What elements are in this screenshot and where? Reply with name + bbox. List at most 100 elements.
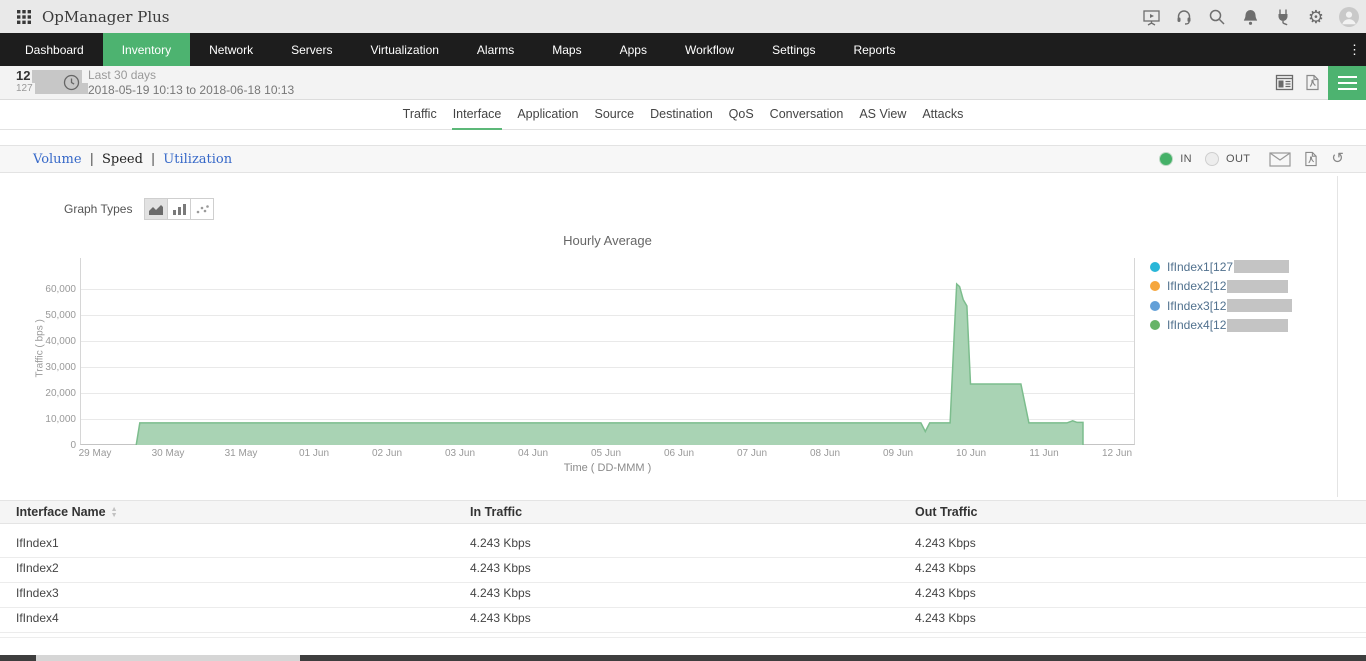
bar-chart-type-button[interactable] [167, 198, 191, 220]
traffic-area-series [81, 258, 1136, 445]
metric-link-utilization[interactable]: Utilization [163, 152, 232, 167]
x-tick-label: 12 Jun [1087, 448, 1147, 459]
cell-out-traffic: 4.243 Kbps [915, 536, 976, 550]
x-tick-label: 31 May [211, 448, 271, 459]
time-period[interactable]: Last 30 days 2018-05-19 10:13 to 2018-06… [88, 68, 294, 98]
x-tick-label: 29 May [65, 448, 125, 459]
y-tick-label: 20,000 [45, 388, 76, 399]
out-label: OUT [1226, 153, 1250, 165]
tab-qos[interactable]: QoS [728, 100, 755, 130]
metric-link-speed[interactable]: Speed [102, 152, 143, 167]
graph-types-label: Graph Types [64, 202, 132, 216]
headset-icon[interactable] [1174, 7, 1194, 27]
nav-items: DashboardInventoryNetworkServersVirtuali… [6, 33, 914, 66]
chart-plot-area[interactable] [80, 258, 1135, 445]
report-view-icon[interactable] [1275, 74, 1294, 91]
kebab-menu-icon[interactable]: ⋮ [1348, 33, 1361, 66]
column-in-traffic[interactable]: In Traffic [470, 505, 522, 519]
column-out-traffic[interactable]: Out Traffic [915, 505, 978, 519]
x-tick-label: 04 Jun [503, 448, 563, 459]
horizontal-scrollbar[interactable] [0, 655, 1366, 661]
cell-interface-name: IfIndex1 [16, 536, 59, 550]
x-tick-label: 09 Jun [868, 448, 928, 459]
search-icon[interactable] [1207, 7, 1227, 27]
x-tick-label: 30 May [138, 448, 198, 459]
legend-item-ifindex2[interactable]: IfIndex2[12 [1150, 277, 1292, 297]
legend-item-ifindex3[interactable]: IfIndex3[12 [1150, 296, 1292, 316]
nav-item-dashboard[interactable]: Dashboard [6, 33, 103, 66]
view-tabs: Traffic Interface Application Source Destina… [0, 100, 1366, 130]
table-row-ifindex3[interactable]: IfIndex34.243 Kbps4.243 Kbps [0, 583, 1366, 608]
nav-item-network[interactable]: Network [190, 33, 272, 66]
x-tick-label: 05 Jun [576, 448, 636, 459]
avatar[interactable] [1339, 7, 1359, 27]
x-tick-label: 01 Jun [284, 448, 344, 459]
cell-in-traffic: 4.243 Kbps [470, 586, 531, 600]
x-tick-label: 11 Jun [1014, 448, 1074, 459]
nav-item-maps[interactable]: Maps [533, 33, 600, 66]
bell-icon[interactable] [1240, 7, 1260, 27]
legend-color-dot [1150, 301, 1160, 311]
column-interface-name[interactable]: Interface Name▲▼ [16, 505, 118, 519]
legend-label: IfIndex1[127 [1167, 260, 1233, 274]
nav-item-settings[interactable]: Settings [753, 33, 834, 66]
nav-item-virtualization[interactable]: Virtualization [351, 33, 457, 66]
metric-toolbar: Volume|Speed|Utilization IN OUT ↺ [0, 145, 1366, 173]
area-chart-type-button[interactable] [144, 198, 168, 220]
table-header: Interface Name▲▼ In Traffic Out Traffic [0, 500, 1366, 524]
x-tick-label: 02 Jun [357, 448, 417, 459]
tab-application[interactable]: Application [516, 100, 579, 130]
nav-item-workflow[interactable]: Workflow [666, 33, 753, 66]
legend-label: IfIndex3[12 [1167, 299, 1226, 313]
nav-item-reports[interactable]: Reports [834, 33, 914, 66]
metric-link-volume[interactable]: Volume [33, 152, 82, 167]
redaction-block [1234, 260, 1289, 273]
widget-menu-button[interactable] [1328, 66, 1366, 100]
plug-icon[interactable] [1273, 7, 1293, 27]
table-row-ifindex4[interactable]: IfIndex44.243 Kbps4.243 Kbps [0, 608, 1366, 633]
metric-links: Volume|Speed|Utilization [33, 152, 232, 167]
period-range: 2018-05-19 10:13 to 2018-06-18 10:13 [88, 83, 294, 98]
legend-item-ifindex4[interactable]: IfIndex4[12 [1150, 316, 1292, 336]
nav-item-apps[interactable]: Apps [601, 33, 666, 66]
x-tick-label: 10 Jun [941, 448, 1001, 459]
tab-interface[interactable]: Interface [452, 100, 503, 130]
nav-item-servers[interactable]: Servers [272, 33, 351, 66]
cell-out-traffic: 4.243 Kbps [915, 586, 976, 600]
x-tick-label: 03 Jun [430, 448, 490, 459]
tab-conversation[interactable]: Conversation [769, 100, 845, 130]
tab-traffic[interactable]: Traffic [402, 100, 438, 130]
presentation-icon[interactable] [1141, 7, 1161, 27]
email-icon[interactable] [1269, 152, 1291, 167]
legend-label: IfIndex2[12 [1167, 279, 1226, 293]
table-row-ifindex1[interactable]: IfIndex14.243 Kbps4.243 Kbps [0, 524, 1366, 558]
legend-item-ifindex1[interactable]: IfIndex1[127 [1150, 257, 1292, 277]
y-axis-tick-labels: 010,00020,00030,00040,00050,00060,000 [28, 258, 76, 445]
out-radio[interactable] [1205, 152, 1219, 166]
x-axis-tick-labels: 29 May30 May31 May01 Jun02 Jun03 Jun04 J… [80, 448, 1135, 462]
pdf-icon[interactable] [1304, 151, 1318, 167]
apps-grid-icon[interactable] [17, 10, 31, 24]
pdf-export-icon[interactable] [1305, 74, 1320, 91]
gear-icon[interactable]: ⚙ [1306, 7, 1326, 27]
tab-attacks[interactable]: Attacks [921, 100, 964, 130]
table-bottom-border [0, 637, 1366, 638]
sub-header: 12 127 Last 30 days 2018-05-19 10:13 to … [0, 66, 1366, 100]
device-address: 127 [16, 83, 33, 94]
scatter-chart-type-button[interactable] [190, 198, 214, 220]
nav-item-inventory[interactable]: Inventory [103, 33, 190, 66]
legend-color-dot [1150, 320, 1160, 330]
x-tick-label: 08 Jun [795, 448, 855, 459]
tab-source[interactable]: Source [594, 100, 636, 130]
sort-icon[interactable]: ▲▼ [111, 507, 118, 519]
tab-destination[interactable]: Destination [649, 100, 714, 130]
tab-as-view[interactable]: AS View [858, 100, 907, 130]
refresh-icon[interactable]: ↺ [1331, 151, 1344, 167]
nav-item-alarms[interactable]: Alarms [458, 33, 533, 66]
table-row-ifindex2[interactable]: IfIndex24.243 Kbps4.243 Kbps [0, 558, 1366, 583]
in-radio[interactable] [1159, 152, 1173, 166]
cell-interface-name: IfIndex2 [16, 561, 59, 575]
scrollbar-thumb[interactable] [36, 655, 300, 661]
clock-icon[interactable] [63, 74, 80, 91]
x-axis-label: Time ( DD-MMM ) [80, 462, 1135, 474]
